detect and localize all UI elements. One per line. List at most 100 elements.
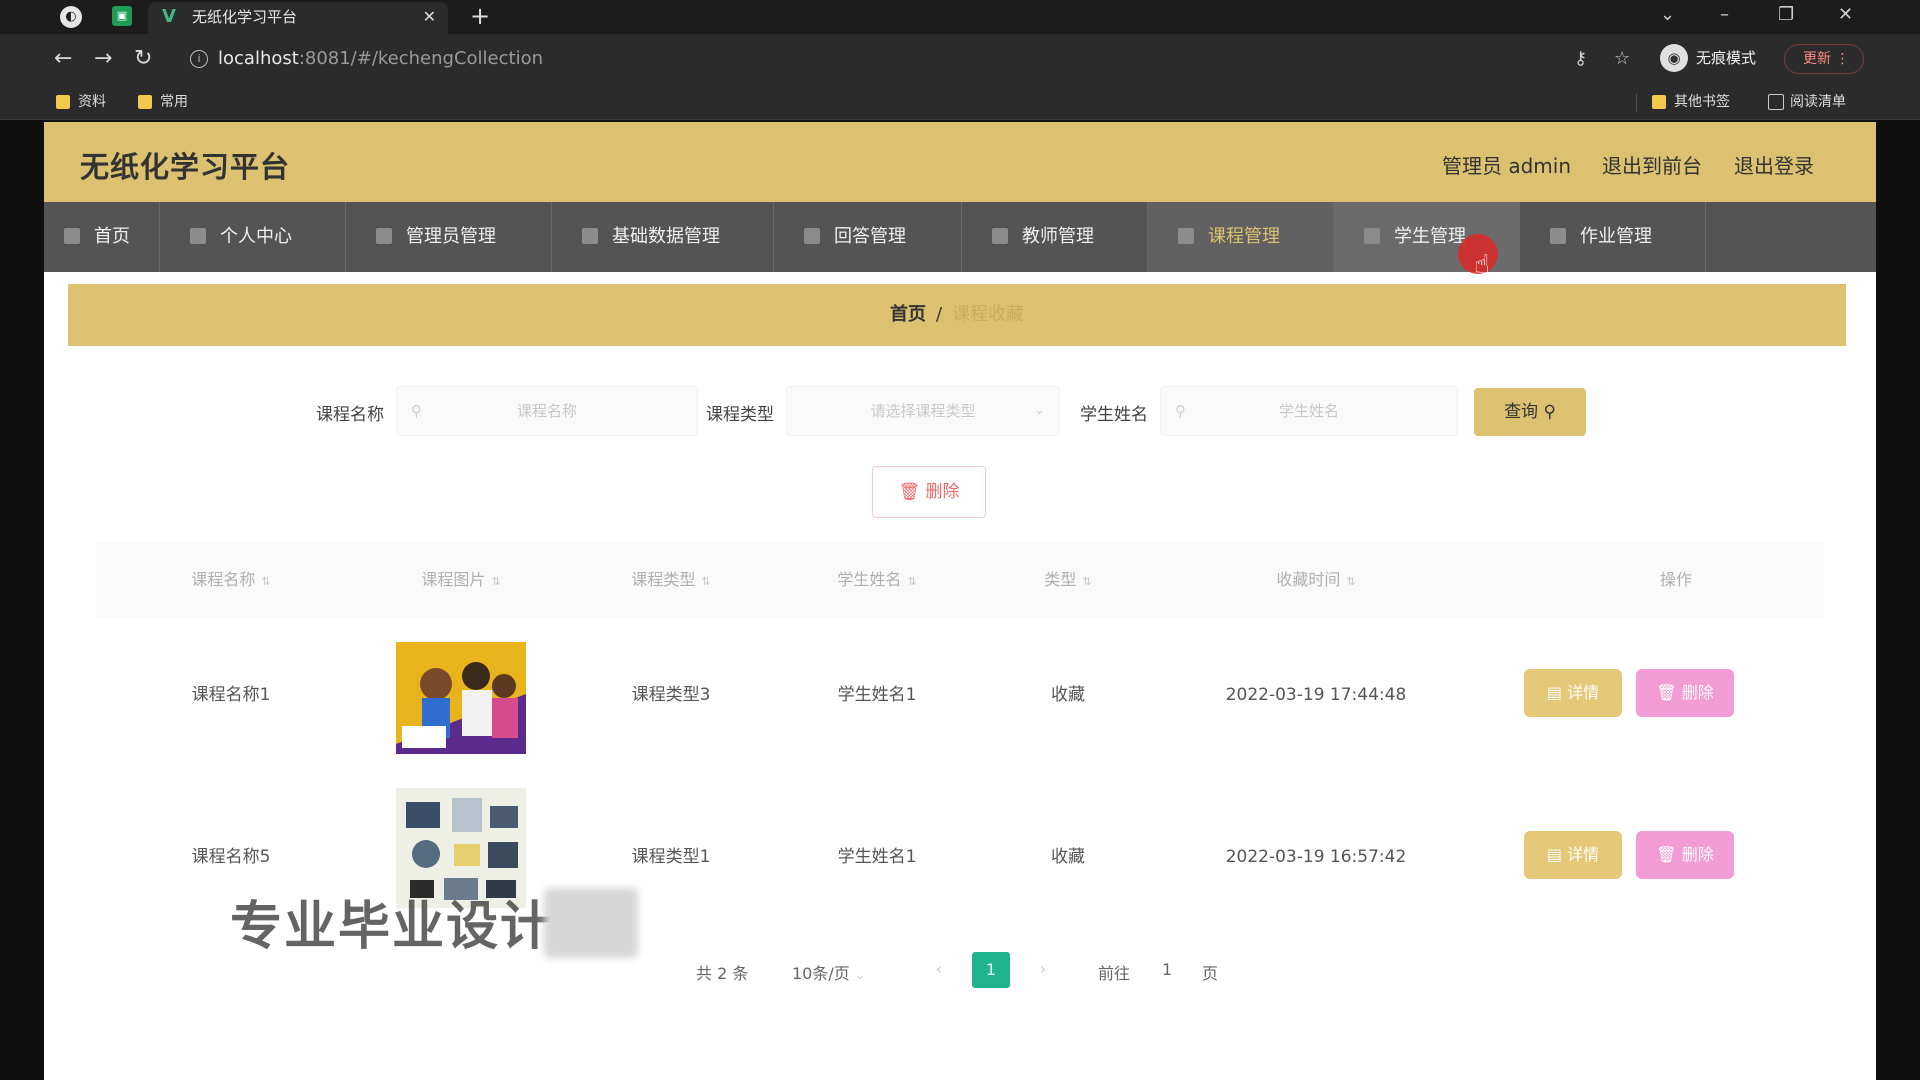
nav-home[interactable]: 首页	[44, 202, 160, 272]
breadcrumb-current: 课程收藏	[952, 304, 1025, 325]
back-to-front-link[interactable]: 退出到前台	[1602, 150, 1702, 179]
user-icon	[190, 228, 206, 244]
back-icon[interactable]: ←	[54, 42, 72, 76]
student-icon	[1364, 228, 1380, 244]
url-bar[interactable]: i localhost:8081/#/kechengCollection	[178, 42, 1568, 76]
bookmark-label: 常用	[160, 94, 188, 110]
next-page-icon[interactable]: ›	[1040, 960, 1046, 978]
delete-label: 删除	[1681, 683, 1714, 702]
col-label: 类型	[1044, 570, 1077, 589]
query-button[interactable]: 查询 ⚲	[1474, 388, 1586, 436]
sort-icon: ⇅	[907, 575, 917, 588]
cell-collect-time: 2022-03-19 16:57:42	[1225, 847, 1407, 867]
course-name-input[interactable]: ⚲ 课程名称	[396, 386, 698, 436]
reading-list[interactable]: 阅读清单	[1768, 92, 1846, 112]
vue-logo-icon: V	[162, 6, 176, 27]
table-row: 课程名称1 课程类型3 学生姓名1 收藏 2022-03-19 17:44:48…	[96, 614, 1824, 776]
sort-icon: ⇅	[261, 575, 271, 588]
update-button[interactable]: 更新 ⋮	[1784, 44, 1864, 74]
reload-icon[interactable]: ↻	[134, 42, 152, 76]
address-toolbar: ← → ↻ i localhost:8081/#/kechengCollecti…	[0, 34, 1920, 84]
page-viewport: 无纸化学习平台 管理员 admin 退出到前台 退出登录 首页 个人中心 管理员…	[44, 122, 1876, 1080]
detail-button[interactable]: ▤ 详情	[1524, 669, 1622, 717]
bookmarks-divider	[1636, 94, 1637, 112]
cell-collect-time: 2022-03-19 17:44:48	[1225, 685, 1407, 705]
prev-page-icon[interactable]: ‹	[936, 960, 942, 978]
col-course-image[interactable]: 课程图片 ⇅	[386, 542, 536, 618]
window-close-icon[interactable]: ✕	[1838, 0, 1853, 30]
page-size-select[interactable]: 10条/页 ⌄	[792, 960, 865, 984]
tab-title: 无纸化学习平台	[192, 8, 298, 26]
bookmark-folder-changyong[interactable]: 常用	[138, 92, 188, 112]
trash-icon: 🗑	[1656, 683, 1677, 702]
col-type[interactable]: 类型 ⇅	[1008, 542, 1128, 618]
nav-answer-management[interactable]: 回答管理	[774, 202, 962, 272]
bookmark-star-icon[interactable]: ☆	[1614, 48, 1630, 69]
nav-basic-data[interactable]: 基础数据管理	[552, 202, 774, 272]
breadcrumb-home[interactable]: 首页	[890, 304, 926, 325]
col-label: 操作	[1659, 570, 1692, 589]
nav-label: 教师管理	[1022, 226, 1094, 247]
page-number-current[interactable]: 1	[972, 952, 1010, 988]
nav-admin-management[interactable]: 管理员管理	[346, 202, 552, 272]
col-course-type[interactable]: 课程类型 ⇅	[596, 542, 746, 618]
batch-delete-button[interactable]: 🗑 删除	[872, 466, 986, 518]
key-icon[interactable]: ⚷	[1574, 48, 1587, 69]
restore-icon[interactable]: ❐	[1778, 0, 1794, 30]
minimize-icon[interactable]: –	[1720, 0, 1729, 30]
tab-search-icon[interactable]: ⌄	[1660, 0, 1675, 30]
extension-icon[interactable]: ▣	[112, 6, 132, 26]
student-name-input[interactable]: ⚲ 学生姓名	[1160, 386, 1458, 436]
folder-icon	[1652, 95, 1666, 109]
sort-icon: ⇅	[491, 575, 501, 588]
bookmarks-bar: 资料 常用 其他书签 阅读清单	[0, 84, 1920, 120]
course-type-select[interactable]: 请选择课程类型 ⌄	[786, 386, 1060, 436]
table-header: 课程名称 ⇅ 课程图片 ⇅ 课程类型 ⇅ 学生姓名 ⇅ 类型 ⇅ 收藏时间 ⇅ 操作	[96, 542, 1824, 618]
document-icon: ▤	[1546, 845, 1562, 864]
delete-button[interactable]: 🗑 删除	[1636, 831, 1734, 879]
bookmark-folder-ziliao[interactable]: 资料	[56, 92, 106, 112]
new-tab-icon[interactable]: +	[470, 0, 490, 32]
mouse-pointer-icon: ☝	[1474, 250, 1490, 280]
update-label: 更新	[1803, 51, 1831, 67]
cell-type: 收藏	[1051, 847, 1085, 867]
forward-icon[interactable]: →	[94, 42, 112, 76]
col-collect-time[interactable]: 收藏时间 ⇅	[1236, 542, 1396, 618]
nav-label: 基础数据管理	[612, 226, 720, 247]
nav-label: 个人中心	[220, 226, 292, 247]
detail-button[interactable]: ▤ 详情	[1524, 831, 1622, 879]
nav-homework-management[interactable]: 作业管理	[1520, 202, 1706, 272]
bookmark-other[interactable]: 其他书签	[1652, 92, 1730, 112]
browser-menu-icon[interactable]: ◐	[60, 6, 82, 28]
browser-tab-active[interactable]: V 无纸化学习平台 ✕	[148, 2, 448, 34]
nav-course-management[interactable]: 课程管理	[1148, 202, 1334, 272]
data-icon	[582, 228, 598, 244]
col-course-name[interactable]: 课程名称 ⇅	[156, 542, 306, 618]
query-label: 查询	[1504, 402, 1539, 422]
tab-close-icon[interactable]: ✕	[423, 2, 436, 32]
homework-icon	[1550, 228, 1566, 244]
incognito-indicator[interactable]: ◉ 无痕模式	[1660, 44, 1756, 72]
chevron-down-icon: ⌄	[854, 968, 865, 982]
folder-icon	[56, 95, 70, 109]
trash-icon: 🗑	[1656, 845, 1677, 864]
course-icon	[1178, 228, 1194, 244]
site-title: 无纸化学习平台	[80, 150, 291, 184]
delete-button[interactable]: 🗑 删除	[1636, 669, 1734, 717]
home-icon	[64, 228, 80, 244]
input-placeholder: 课程名称	[516, 402, 577, 420]
col-label: 课程图片	[421, 570, 486, 589]
nav-label: 作业管理	[1580, 226, 1652, 247]
col-label: 课程名称	[191, 570, 256, 589]
site-info-icon[interactable]: i	[190, 50, 208, 68]
goto-page-input[interactable]: 1	[1162, 960, 1172, 979]
breadcrumb: 首页 / 课程收藏	[68, 284, 1846, 346]
blurred-region	[544, 888, 638, 958]
nav-personal-center[interactable]: 个人中心	[160, 202, 346, 272]
course-image-art	[396, 634, 526, 754]
nav-teacher-management[interactable]: 教师管理	[962, 202, 1148, 272]
search-icon: ⚲	[411, 402, 422, 420]
col-student-name[interactable]: 学生姓名 ⇅	[802, 542, 952, 618]
cell-student-name: 学生姓名1	[837, 847, 917, 867]
logout-link[interactable]: 退出登录	[1734, 150, 1814, 179]
